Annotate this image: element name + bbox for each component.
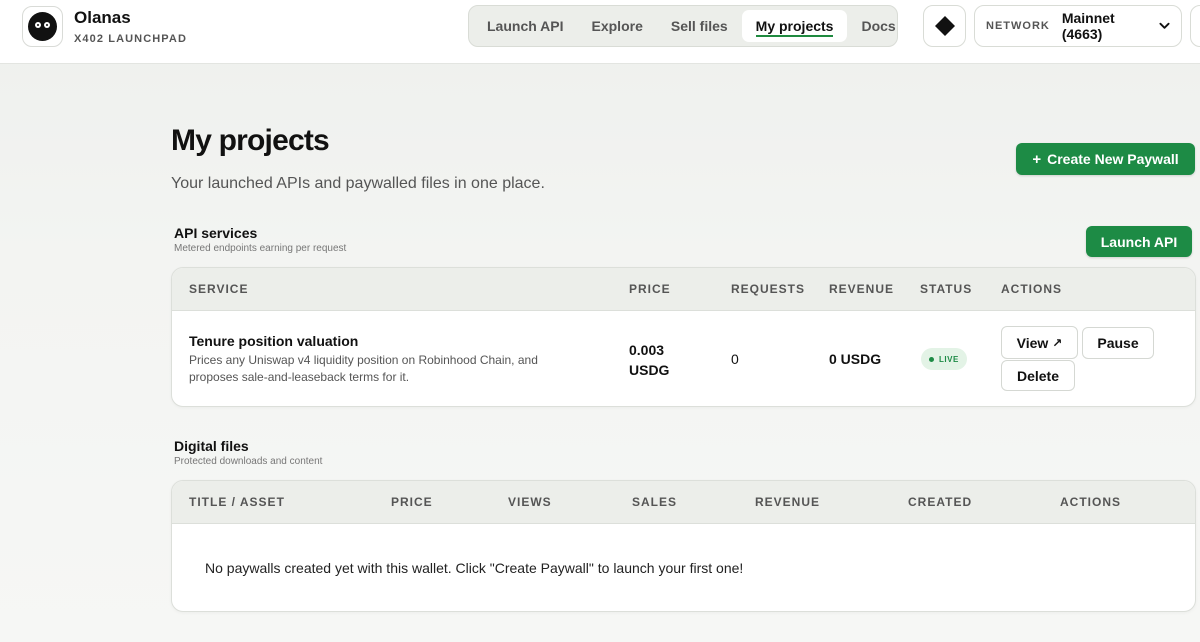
create-paywall-button[interactable]: + Create New Paywall: [1016, 143, 1195, 175]
network-value: Mainnet (4663): [1061, 10, 1115, 42]
launch-api-button[interactable]: Launch API: [1086, 226, 1192, 257]
files-section-title: Digital files: [174, 438, 249, 454]
diamond-chain-icon: [934, 16, 955, 36]
api-section-subtitle: Metered endpoints earning per request: [174, 243, 347, 254]
nav-sell-files[interactable]: Sell files: [657, 10, 742, 42]
network-selector[interactable]: NETWORK Mainnet (4663): [974, 5, 1182, 47]
create-paywall-label: Create New Paywall: [1047, 151, 1179, 167]
page-subtitle: Your launched APIs and paywalled files i…: [171, 175, 545, 192]
main-nav: Launch API Explore Sell files My project…: [468, 5, 898, 47]
col-requests: REQUESTS: [731, 282, 806, 296]
col-revenue: REVENUE: [829, 282, 895, 296]
nav-launch-api[interactable]: Launch API: [473, 10, 578, 42]
col-actions: ACTIONS: [1001, 282, 1062, 296]
service-name: Tenure position valuation: [189, 333, 359, 349]
live-dot-icon: [929, 356, 934, 362]
table-header: SERVICE PRICE REQUESTS REVENUE STATUS AC…: [172, 268, 1195, 311]
nav-explore[interactable]: Explore: [578, 10, 657, 42]
service-description: Prices any Uniswap v4 liquidity position…: [189, 353, 538, 384]
nav-my-projects[interactable]: My projects: [741, 10, 848, 42]
top-bar: Olanas X402 LAUNCHPAD Launch API Explore…: [0, 0, 1200, 64]
files-section-subtitle: Protected downloads and content: [174, 456, 323, 467]
brand-logo-icon: [22, 6, 63, 47]
service-requests: 0: [731, 351, 739, 367]
chevron-down-icon: [1159, 22, 1170, 29]
col-price: PRICE: [391, 495, 433, 509]
api-services-table: SERVICE PRICE REQUESTS REVENUE STATUS AC…: [171, 267, 1196, 407]
wallet-button[interactable]: [1190, 5, 1200, 47]
brand-name: Olanas: [74, 8, 131, 27]
chain-selector-button[interactable]: [923, 5, 966, 47]
col-actions: ACTIONS: [1060, 495, 1121, 509]
col-views: VIEWS: [508, 495, 552, 509]
page-title: My projects: [171, 124, 330, 157]
service-price: 0.003 USDG: [629, 342, 670, 378]
view-label: View: [1016, 334, 1049, 351]
api-section-title: API services: [174, 225, 258, 241]
status-text: LIVE: [939, 354, 959, 364]
network-label: NETWORK: [986, 20, 1050, 32]
status-badge: LIVE: [921, 348, 967, 370]
col-service: SERVICE: [189, 282, 249, 296]
nav-docs[interactable]: Docs: [847, 10, 909, 42]
empty-state-message: No paywalls created yet with this wallet…: [205, 560, 744, 576]
digital-files-table: TITLE / ASSET PRICE VIEWS SALES REVENUE …: [171, 480, 1196, 612]
view-button[interactable]: View ↗: [1001, 326, 1078, 359]
col-created: CREATED: [908, 495, 973, 509]
plus-icon: +: [1032, 150, 1042, 168]
service-revenue: 0 USDG: [829, 351, 882, 367]
pause-button[interactable]: Pause: [1082, 327, 1154, 359]
brand[interactable]: Olanas X402 LAUNCHPAD: [22, 6, 187, 47]
table-header: TITLE / ASSET PRICE VIEWS SALES REVENUE …: [172, 481, 1195, 524]
delete-button[interactable]: Delete: [1001, 360, 1075, 391]
col-status: STATUS: [920, 282, 973, 296]
col-title-asset: TITLE / ASSET: [189, 495, 285, 509]
col-revenue: REVENUE: [755, 495, 821, 509]
col-price: PRICE: [629, 282, 671, 296]
external-link-icon: ↗: [1052, 335, 1063, 350]
col-sales: SALES: [632, 495, 678, 509]
brand-subtitle: X402 LAUNCHPAD: [74, 33, 187, 45]
